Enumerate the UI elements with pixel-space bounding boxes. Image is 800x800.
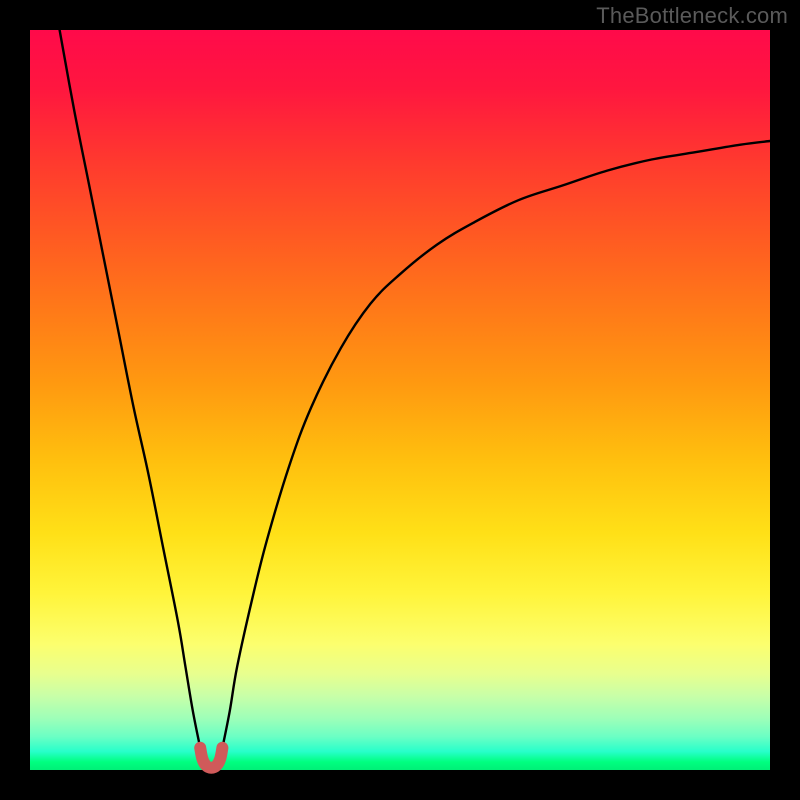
watermark-text: TheBottleneck.com (596, 3, 788, 29)
curve-layer (30, 30, 770, 770)
curve-right-branch (222, 141, 770, 748)
plot-area (30, 30, 770, 770)
curve-left-branch (60, 30, 201, 748)
floor-marker (200, 748, 222, 768)
chart-frame: TheBottleneck.com (0, 0, 800, 800)
